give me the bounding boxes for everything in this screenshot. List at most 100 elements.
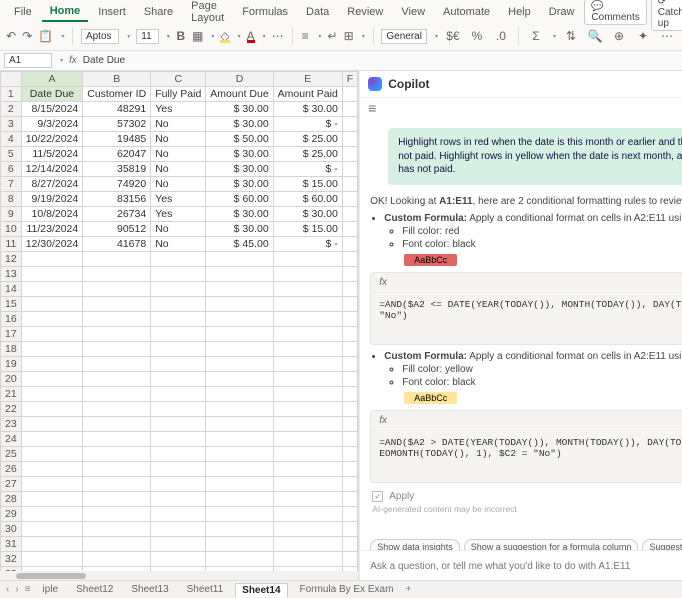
cell[interactable] (151, 552, 206, 567)
name-box[interactable]: A1 (4, 53, 52, 68)
cell[interactable] (21, 357, 83, 372)
number-format-select[interactable]: General (381, 29, 427, 44)
cell[interactable]: No (151, 117, 206, 132)
font-select[interactable]: Aptos (81, 29, 119, 44)
cell[interactable]: $ 30.00 (206, 147, 273, 162)
cell[interactable] (273, 297, 342, 312)
cell[interactable] (342, 252, 357, 267)
chevron-down-icon[interactable]: ▾ (553, 33, 556, 40)
cell[interactable]: No (151, 147, 206, 162)
chevron-down-icon[interactable]: ▾ (61, 33, 64, 40)
tab-formulas[interactable]: Formulas (234, 3, 296, 21)
cell[interactable] (83, 417, 151, 432)
cell[interactable] (342, 327, 357, 342)
cell[interactable] (21, 477, 83, 492)
cell[interactable] (21, 267, 83, 282)
cell[interactable]: $ - (273, 162, 342, 177)
cell[interactable] (21, 552, 83, 567)
chevron-down-icon[interactable]: ▾ (435, 33, 438, 40)
paste-icon[interactable]: 📋 (38, 27, 53, 45)
cell[interactable]: 12/14/2024 (21, 162, 83, 177)
cell[interactable] (151, 387, 206, 402)
cell[interactable] (206, 267, 273, 282)
cell[interactable] (342, 192, 357, 207)
cell[interactable]: $ 15.00 (273, 177, 342, 192)
tab-data[interactable]: Data (298, 3, 337, 21)
cell[interactable] (151, 267, 206, 282)
cell[interactable] (206, 387, 273, 402)
row-header[interactable]: 26 (1, 462, 22, 477)
cell[interactable]: Amount Due (206, 87, 273, 102)
sort-icon[interactable]: ⇅ (562, 27, 580, 45)
select-all-corner[interactable] (1, 72, 22, 87)
cell[interactable] (206, 372, 273, 387)
cell[interactable]: $ 30.00 (206, 207, 273, 222)
cell[interactable]: Yes (151, 207, 206, 222)
cell[interactable] (273, 372, 342, 387)
tab-review[interactable]: Review (339, 3, 391, 21)
tab-share[interactable]: Share (136, 3, 181, 21)
cell[interactable] (206, 552, 273, 567)
add-sheet-icon[interactable]: + (405, 584, 411, 595)
cell[interactable]: Date Due (21, 87, 83, 102)
cell[interactable]: 12/30/2024 (21, 237, 83, 252)
cell[interactable]: 9/19/2024 (21, 192, 83, 207)
border-icon[interactable]: ▦ (192, 27, 203, 45)
column-header[interactable]: B (83, 72, 151, 87)
cell[interactable]: Yes (151, 192, 206, 207)
row-header[interactable]: 25 (1, 447, 22, 462)
cell[interactable] (342, 132, 357, 147)
currency-icon[interactable]: $€ (444, 27, 462, 45)
cell[interactable] (273, 447, 342, 462)
cell[interactable] (21, 402, 83, 417)
column-header[interactable]: A (21, 72, 83, 87)
chevron-down-icon[interactable]: ▾ (211, 33, 214, 40)
more-icon[interactable]: ⋯ (658, 27, 676, 45)
row-header[interactable]: 8 (1, 192, 22, 207)
cell[interactable] (342, 357, 357, 372)
sheet-tab[interactable]: iple (37, 583, 65, 596)
cell[interactable] (21, 387, 83, 402)
cell[interactable] (151, 402, 206, 417)
cell[interactable] (206, 462, 273, 477)
row-header[interactable]: 5 (1, 147, 22, 162)
cell[interactable] (83, 447, 151, 462)
cell[interactable]: 9/3/2024 (21, 117, 83, 132)
sheet-tab[interactable]: Sheet13 (125, 583, 174, 596)
cell[interactable] (342, 522, 357, 537)
cell[interactable] (83, 432, 151, 447)
cell[interactable] (151, 417, 206, 432)
cell[interactable]: $ 30.00 (273, 207, 342, 222)
cell[interactable] (206, 477, 273, 492)
cell[interactable] (151, 282, 206, 297)
row-header[interactable]: 20 (1, 372, 22, 387)
cell[interactable]: 19485 (83, 132, 151, 147)
cell[interactable] (206, 522, 273, 537)
cell[interactable] (273, 537, 342, 552)
cell[interactable]: $ 15.00 (273, 222, 342, 237)
font-size-select[interactable]: 11 (136, 29, 158, 44)
cell[interactable]: 11/5/2024 (21, 147, 83, 162)
cell[interactable] (342, 222, 357, 237)
cell[interactable]: $ 60.00 (273, 192, 342, 207)
addins-icon[interactable]: ⊕ (610, 27, 628, 45)
cell[interactable] (342, 102, 357, 117)
cell[interactable] (206, 402, 273, 417)
row-header[interactable]: 16 (1, 312, 22, 327)
cell[interactable] (83, 252, 151, 267)
row-header[interactable]: 12 (1, 252, 22, 267)
cell[interactable] (206, 357, 273, 372)
row-header[interactable]: 11 (1, 237, 22, 252)
cell[interactable] (83, 372, 151, 387)
cell[interactable] (21, 432, 83, 447)
cell[interactable] (83, 552, 151, 567)
cell[interactable] (83, 522, 151, 537)
cell[interactable] (151, 507, 206, 522)
row-header[interactable]: 31 (1, 537, 22, 552)
cell[interactable]: 11/23/2024 (21, 222, 83, 237)
cell[interactable]: $ 25.00 (273, 132, 342, 147)
cell[interactable] (273, 267, 342, 282)
sheet-tab[interactable]: Sheet11 (181, 583, 230, 596)
cell[interactable] (83, 462, 151, 477)
cell[interactable]: 8/15/2024 (21, 102, 83, 117)
